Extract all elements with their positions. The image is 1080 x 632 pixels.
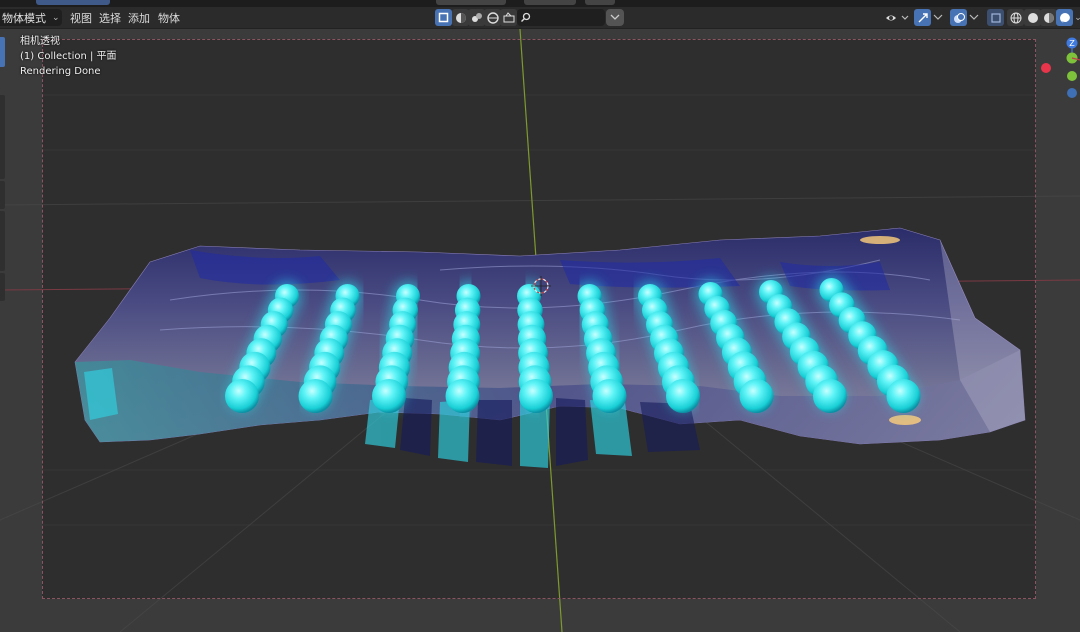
collection-label: (1) Collection | 平面 — [20, 51, 117, 62]
camera-icon[interactable] — [500, 9, 517, 26]
transform-icon[interactable] — [452, 9, 469, 26]
menu-select[interactable]: 选择 — [95, 9, 125, 26]
tool-group[interactable] — [0, 95, 5, 179]
solid-icon[interactable] — [1024, 9, 1041, 26]
tool-group[interactable] — [0, 211, 5, 271]
shading-dropdown[interactable]: ⌄ — [1074, 9, 1080, 26]
z-neg-axis-icon[interactable] — [1067, 88, 1077, 98]
gizmo-dropdown[interactable] — [932, 9, 944, 26]
search-input[interactable] — [517, 9, 605, 26]
menu-view[interactable]: 视图 — [66, 9, 96, 26]
visibility-icon — [886, 15, 909, 20]
y-neg-axis-icon[interactable] — [1067, 71, 1077, 81]
material-icon[interactable] — [1040, 9, 1057, 26]
glowing-sphere — [592, 379, 627, 413]
viewport-info: 相机透视 (1) Collection | 平面 Rendering Done — [20, 34, 117, 79]
glowing-sphere — [372, 379, 406, 413]
viewport-render — [0, 29, 1080, 632]
top-bar — [0, 0, 1080, 7]
tool-select[interactable] — [0, 37, 5, 67]
chevron-down-icon — [969, 14, 979, 20]
workspace-tab[interactable] — [436, 0, 506, 5]
glowing-sphere — [666, 379, 700, 413]
visibility-button[interactable] — [884, 9, 910, 26]
x-axis-icon[interactable] — [1041, 63, 1051, 73]
3d-viewport[interactable]: Z 相机透视 (1) Collection | 平面 Rendering Don… — [0, 29, 1080, 632]
chevron-down-icon: ⌄ — [52, 12, 60, 23]
glowing-sphere — [225, 379, 259, 413]
camera-label: 相机透视 — [20, 36, 60, 47]
tool-group[interactable] — [0, 181, 5, 209]
mode-label: 物体模式 — [2, 11, 46, 25]
svg-text:Z: Z — [1069, 39, 1075, 48]
glowing-sphere — [298, 379, 333, 413]
overlay-icon[interactable] — [950, 9, 967, 26]
workspace-tab[interactable] — [524, 0, 576, 5]
xray-icon[interactable] — [987, 9, 1004, 26]
navigation-gizmo[interactable]: Z — [1060, 36, 1080, 100]
search-icon — [521, 12, 531, 22]
chevron-down-icon — [610, 14, 620, 20]
glowing-sphere — [739, 379, 774, 413]
status-label: Rendering Done — [20, 66, 101, 77]
glowing-sphere — [813, 379, 847, 413]
workspace-tab[interactable] — [585, 0, 615, 5]
menu-add[interactable]: 添加 — [124, 9, 154, 26]
select-box-icon[interactable] — [435, 9, 452, 26]
rendered-icon[interactable] — [1056, 9, 1073, 26]
glowing-sphere — [886, 379, 921, 413]
workspace-tab[interactable] — [36, 0, 110, 5]
chevron-down-icon — [933, 14, 943, 20]
mode-select[interactable]: 物体模式 ⌄ — [0, 9, 62, 26]
gizmo-icon[interactable] — [914, 9, 931, 26]
wireframe-icon[interactable] — [1007, 9, 1024, 26]
measure-icon[interactable] — [484, 9, 501, 26]
toolbar — [0, 29, 6, 309]
glowing-sphere — [519, 379, 553, 413]
cursor-icon[interactable] — [468, 9, 485, 26]
overlay-dropdown[interactable] — [968, 9, 980, 26]
glowing-sphere — [445, 379, 480, 413]
viewport-header: 物体模式 ⌄ 视图 选择 添加 物体 ⌄ — [0, 7, 1080, 29]
search-options-button[interactable] — [606, 9, 624, 26]
tool-group[interactable] — [0, 273, 5, 301]
menu-object[interactable]: 物体 — [154, 9, 184, 26]
